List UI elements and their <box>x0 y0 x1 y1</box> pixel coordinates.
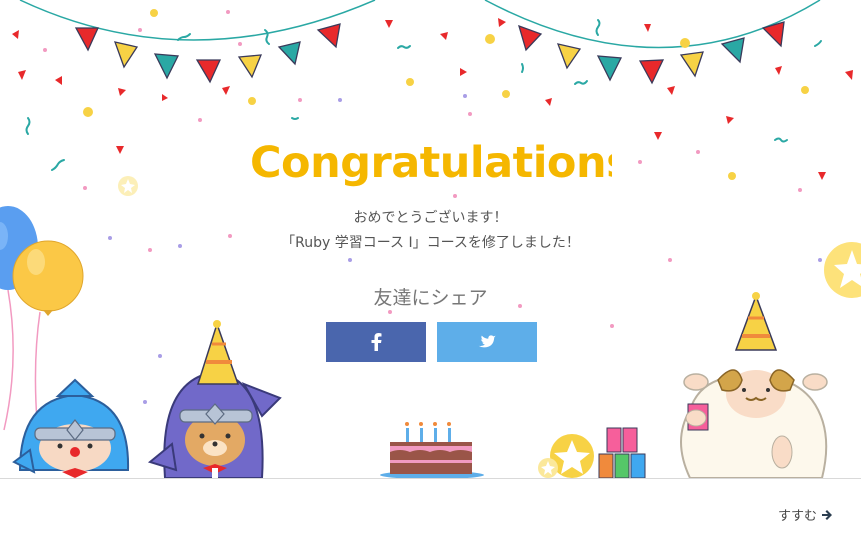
message-line-1: おめでとうございます！ <box>353 210 508 226</box>
arrow-right-icon <box>822 509 832 520</box>
congratulations-modal: Congratulations おめでとうございます！ 「Ruby 学習コース … <box>0 0 861 547</box>
blue-shark-character <box>12 378 130 478</box>
sheep-character <box>680 292 828 478</box>
cake-illustration <box>380 422 484 478</box>
facebook-share-button[interactable] <box>326 322 426 362</box>
purple-shark-character <box>147 320 282 478</box>
next-button[interactable]: すすむ <box>778 505 833 524</box>
modal-footer: すすむ <box>0 478 861 547</box>
twitter-icon <box>478 334 496 347</box>
facebook-icon <box>371 333 382 351</box>
share-label: 友達にシェア <box>373 287 488 309</box>
congratulations-title: Congratulations <box>250 138 612 188</box>
celebration-scene: Congratulations おめでとうございます！ 「Ruby 学習コース … <box>0 0 861 478</box>
twitter-share-button[interactable] <box>437 322 537 362</box>
message-line-2: 「Ruby 学習コース I」コースを修了しました！ <box>281 235 580 251</box>
next-label: すすむ <box>777 509 817 524</box>
